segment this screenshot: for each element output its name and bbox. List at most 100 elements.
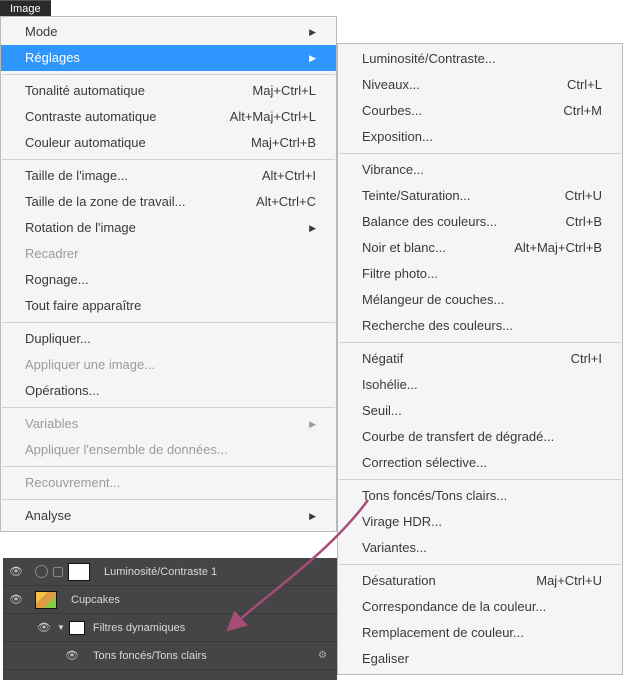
menu-label: Variables — [25, 416, 299, 432]
layer-thumbnail[interactable] — [35, 591, 57, 609]
separator — [339, 479, 621, 480]
separator — [2, 407, 335, 408]
menu-label: Recherche des couleurs... — [362, 318, 602, 334]
menu-item-courbes[interactable]: Courbes...Ctrl+M — [338, 98, 622, 124]
menu-item-noir-et-blanc[interactable]: Noir et blanc...Alt+Maj+Ctrl+B — [338, 235, 622, 261]
visibility-icon[interactable]: 👁 — [31, 621, 57, 634]
separator — [2, 322, 335, 323]
menu-item-tonalite-automatique[interactable]: Tonalité automatiqueMaj+Ctrl+L — [1, 78, 336, 104]
menu-item-tons-fonces-tons-clairs[interactable]: Tons foncés/Tons clairs... — [338, 483, 622, 509]
menu-label: Dupliquer... — [25, 331, 316, 347]
menu-item-couleur-automatique[interactable]: Couleur automatiqueMaj+Ctrl+B — [1, 130, 336, 156]
menu-item-contraste-automatique[interactable]: Contraste automatiqueAlt+Maj+Ctrl+L — [1, 104, 336, 130]
menu-item-melangeur-de-couches[interactable]: Mélangeur de couches... — [338, 287, 622, 313]
menu-item-remplacement-de-couleur[interactable]: Remplacement de couleur... — [338, 620, 622, 646]
visibility-icon[interactable]: 👁 — [3, 593, 29, 606]
menu-item-variantes[interactable]: Variantes... — [338, 535, 622, 561]
menu-item-courbe-de-transfert-de-degrade[interactable]: Courbe de transfert de dégradé... — [338, 424, 622, 450]
menu-item-filtre-photo[interactable]: Filtre photo... — [338, 261, 622, 287]
separator — [339, 564, 621, 565]
menu-item-taille-de-la-zone-de-travail[interactable]: Taille de la zone de travail...Alt+Ctrl+… — [1, 189, 336, 215]
smart-filters-label: Filtres dynamiques — [93, 622, 185, 634]
menu-item-tout-faire-apparaitre[interactable]: Tout faire apparaître — [1, 293, 336, 319]
menu-item-seuil[interactable]: Seuil... — [338, 398, 622, 424]
menu-label: Appliquer l'ensemble de données... — [25, 442, 316, 458]
menu-item-isohelie[interactable]: Isohélie... — [338, 372, 622, 398]
separator — [339, 153, 621, 154]
shortcut: Maj+Ctrl+L — [252, 83, 316, 99]
submenu-arrow-icon: ▶ — [309, 508, 316, 524]
menu-label: Négatif — [362, 351, 571, 367]
shortcut: Ctrl+I — [571, 351, 602, 367]
visibility-icon[interactable]: 👁 — [3, 565, 29, 578]
menu-item-recherche-des-couleurs[interactable]: Recherche des couleurs... — [338, 313, 622, 339]
visibility-icon[interactable]: 👁 — [59, 649, 85, 662]
filter-options-icon[interactable]: ⚙ — [318, 650, 327, 661]
menu-item-luminosite-contraste[interactable]: Luminosité/Contraste... — [338, 46, 622, 72]
menu-item-mode[interactable]: Mode▶ — [1, 19, 336, 45]
menu-label: Balance des couleurs... — [362, 214, 566, 230]
disclosure-icon[interactable]: ▼ — [57, 623, 65, 632]
shortcut: Ctrl+M — [563, 103, 602, 119]
menu-label: Remplacement de couleur... — [362, 625, 602, 641]
menu-item-rotation-de-l-image[interactable]: Rotation de l'image▶ — [1, 215, 336, 241]
menu-item-taille-de-l-image[interactable]: Taille de l'image...Alt+Ctrl+I — [1, 163, 336, 189]
menu-item-reglages[interactable]: Réglages▶ — [1, 45, 336, 71]
smart-filter-item[interactable]: 👁 Tons foncés/Tons clairs ⚙ — [3, 642, 337, 670]
menu-item-vibrance[interactable]: Vibrance... — [338, 157, 622, 183]
menu-label: Opérations... — [25, 383, 316, 399]
menu-label: Virage HDR... — [362, 514, 602, 530]
menu-item-exposition[interactable]: Exposition... — [338, 124, 622, 150]
filter-name[interactable]: Tons foncés/Tons clairs — [93, 650, 207, 662]
filter-mask-thumbnail[interactable] — [69, 621, 85, 635]
menu-label: Taille de la zone de travail... — [25, 194, 256, 210]
menu-item-desaturation[interactable]: DésaturationMaj+Ctrl+U — [338, 568, 622, 594]
menu-label: Couleur automatique — [25, 135, 251, 151]
menu-label: Correction sélective... — [362, 455, 602, 471]
submenu-arrow-icon: ▶ — [309, 50, 316, 66]
reglages-submenu: Luminosité/Contraste...Niveaux...Ctrl+LC… — [337, 43, 623, 675]
menu-item-egaliser[interactable]: Egaliser — [338, 646, 622, 672]
menu-item-negatif[interactable]: NégatifCtrl+I — [338, 346, 622, 372]
menu-item-niveaux[interactable]: Niveaux...Ctrl+L — [338, 72, 622, 98]
menu-label: Noir et blanc... — [362, 240, 514, 256]
shortcut: Alt+Ctrl+C — [256, 194, 316, 210]
menu-item-correspondance-de-la-couleur[interactable]: Correspondance de la couleur... — [338, 594, 622, 620]
smart-filters-row[interactable]: 👁 ▼ Filtres dynamiques — [3, 614, 337, 642]
shortcut: Alt+Maj+Ctrl+B — [514, 240, 602, 256]
menu-item-operations[interactable]: Opérations... — [1, 378, 336, 404]
separator — [2, 466, 335, 467]
separator — [2, 74, 335, 75]
menu-item-teinte-saturation[interactable]: Teinte/Saturation...Ctrl+U — [338, 183, 622, 209]
layer-name[interactable]: Luminosité/Contraste 1 — [104, 566, 217, 578]
menu-item-recouvrement: Recouvrement... — [1, 470, 336, 496]
menu-item-variables: Variables ▶ — [1, 411, 336, 437]
menu-label: Désaturation — [362, 573, 536, 589]
menu-label: Isohélie... — [362, 377, 602, 393]
menu-label: Tout faire apparaître — [25, 298, 316, 314]
menu-label: Courbes... — [362, 103, 563, 119]
menu-item-dupliquer[interactable]: Dupliquer... — [1, 326, 336, 352]
menu-item-appliquer-une-image: Appliquer une image... — [1, 352, 336, 378]
menu-item-balance-des-couleurs[interactable]: Balance des couleurs...Ctrl+B — [338, 209, 622, 235]
separator — [2, 499, 335, 500]
shortcut: Ctrl+U — [565, 188, 602, 204]
shortcut: Alt+Maj+Ctrl+L — [230, 109, 316, 125]
mask-thumbnail[interactable] — [68, 563, 90, 581]
shortcut: Ctrl+L — [567, 77, 602, 93]
adjustment-layer[interactable]: 👁 Luminosité/Contraste 1 — [3, 558, 337, 586]
menu-label: Filtre photo... — [362, 266, 602, 282]
image-tab[interactable]: Image — [0, 0, 51, 17]
submenu-arrow-icon: ▶ — [309, 416, 316, 432]
submenu-arrow-icon: ▶ — [309, 24, 316, 40]
menu-item-virage-hdr[interactable]: Virage HDR... — [338, 509, 622, 535]
shortcut: Maj+Ctrl+U — [536, 573, 602, 589]
smart-object-layer[interactable]: 👁 Cupcakes — [3, 586, 337, 614]
menu-item-analyse[interactable]: Analyse▶ — [1, 503, 336, 529]
submenu-arrow-icon: ▶ — [309, 220, 316, 236]
brightness-icon — [35, 565, 48, 578]
menu-item-correction-selective[interactable]: Correction sélective... — [338, 450, 622, 476]
layer-name[interactable]: Cupcakes — [71, 594, 120, 606]
menu-item-rognage[interactable]: Rognage... — [1, 267, 336, 293]
image-menu: Mode▶Réglages▶ Tonalité automatiqueMaj+C… — [0, 16, 337, 532]
